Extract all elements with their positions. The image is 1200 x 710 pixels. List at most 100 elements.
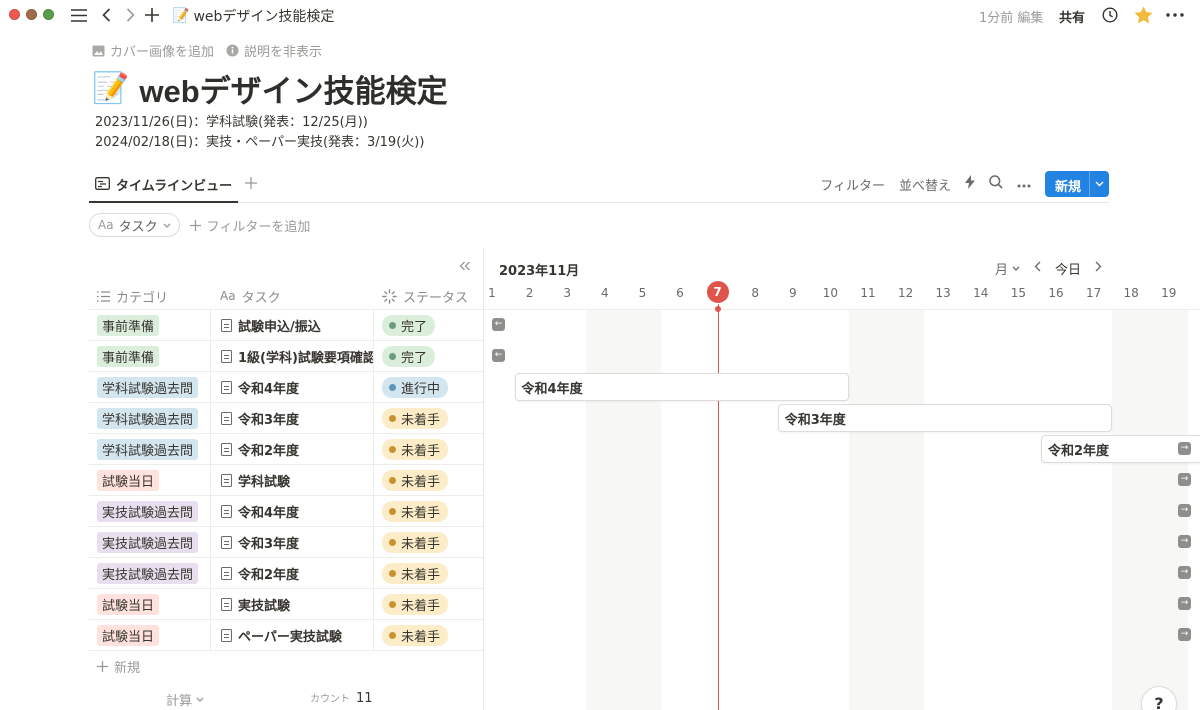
category-cell[interactable]: 学科試験過去問	[89, 403, 211, 433]
count-summary[interactable]: カウント 11	[310, 690, 373, 706]
timeline-month-label: 2023年11月	[499, 264, 580, 279]
new-row-button[interactable]: 新規	[89, 650, 484, 681]
title-property-icon: Aa	[220, 289, 236, 303]
category-cell[interactable]: 事前準備	[89, 310, 211, 340]
task-cell[interactable]: 令和3年度	[211, 403, 374, 433]
table-row[interactable]: 事前準備 1級(学科)試験要項確認 完了	[89, 340, 484, 371]
status-cell[interactable]: 未着手	[374, 434, 484, 464]
history-clock-icon[interactable]	[1101, 4, 1119, 26]
scroll-to-item-right-icon[interactable]: →	[1178, 628, 1191, 641]
column-header-task[interactable]: Aa タスク	[220, 284, 281, 308]
timeline-bar[interactable]: 令和2年度	[1040, 435, 1200, 463]
category-cell[interactable]: 学科試験過去問	[89, 372, 211, 402]
tab-timeline-view[interactable]: タイムラインビュー	[89, 170, 239, 203]
status-cell[interactable]: 未着手	[374, 496, 484, 526]
task-cell[interactable]: 試験申込/振込	[211, 310, 374, 340]
back-arrow-icon[interactable]	[97, 4, 115, 26]
add-view-plus-icon[interactable]	[245, 174, 257, 193]
zoom-window-button[interactable]	[43, 9, 54, 20]
scroll-to-item-right-icon[interactable]: →	[1178, 473, 1191, 486]
more-options-icon[interactable]	[1165, 4, 1185, 26]
scroll-to-item-left-icon[interactable]: ←	[492, 318, 505, 331]
table-row[interactable]: 実技試験過去問 令和4年度 未着手	[89, 495, 484, 526]
minimize-window-button[interactable]	[26, 9, 37, 20]
task-cell[interactable]: ペーパー実技試験	[211, 620, 374, 650]
sidebar-menu-icon[interactable]	[68, 4, 90, 26]
filter-button[interactable]: フィルター	[820, 175, 885, 194]
new-page-plus-icon[interactable]	[143, 4, 161, 26]
task-cell[interactable]: 1級(学科)試験要項確認	[211, 341, 374, 371]
category-cell[interactable]: 実技試験過去問	[89, 558, 211, 588]
automation-lightning-icon[interactable]	[964, 175, 975, 193]
forward-arrow-icon[interactable]	[121, 4, 139, 26]
share-button[interactable]: 共有	[1059, 7, 1085, 26]
task-cell[interactable]: 令和4年度	[211, 496, 374, 526]
new-item-button[interactable]: 新規	[1044, 171, 1109, 197]
task-cell[interactable]: 実技試験	[211, 589, 374, 619]
scroll-to-item-right-icon[interactable]: →	[1178, 566, 1191, 579]
next-period-icon[interactable]	[1095, 261, 1102, 276]
category-cell[interactable]: 試験当日	[89, 620, 211, 650]
task-filter-chip[interactable]: Aa タスク	[89, 213, 180, 237]
task-cell[interactable]: 令和4年度	[211, 372, 374, 402]
scroll-to-item-right-icon[interactable]: →	[1178, 504, 1191, 517]
column-header-status[interactable]: ステータス	[382, 284, 468, 308]
scroll-to-item-right-icon[interactable]: →	[1178, 535, 1191, 548]
category-cell[interactable]: 学科試験過去問	[89, 434, 211, 464]
add-cover-button[interactable]: カバー画像を追加	[92, 41, 214, 60]
table-row[interactable]: 試験当日 学科試験 未着手	[89, 464, 484, 495]
search-icon[interactable]	[989, 175, 1003, 193]
timeline-scale-select[interactable]: 月	[995, 259, 1020, 278]
table-row[interactable]: 試験当日 実技試験 未着手	[89, 588, 484, 619]
status-cell[interactable]: 未着手	[374, 465, 484, 495]
task-cell[interactable]: 令和3年度	[211, 527, 374, 557]
status-cell[interactable]: 未着手	[374, 589, 484, 619]
category-cell[interactable]: 実技試験過去問	[89, 527, 211, 557]
task-cell[interactable]: 学科試験	[211, 465, 374, 495]
column-header-category[interactable]: カテゴリ	[97, 284, 168, 308]
chevron-down-icon[interactable]	[1089, 171, 1109, 197]
table-row[interactable]: 学科試験過去問 令和2年度 未着手	[89, 433, 484, 464]
favorite-star-icon[interactable]	[1133, 4, 1153, 26]
table-row[interactable]: 事前準備 試験申込/振込 完了	[89, 309, 484, 340]
table-row[interactable]: 実技試験過去問 令和2年度 未着手	[89, 557, 484, 588]
status-cell[interactable]: 進行中	[374, 372, 484, 402]
today-button[interactable]: 今日	[1055, 259, 1081, 278]
page-icon	[221, 597, 232, 611]
category-cell[interactable]: 試験当日	[89, 465, 211, 495]
timeline-bar[interactable]: 令和3年度	[777, 404, 1113, 432]
status-cell[interactable]: 未着手	[374, 527, 484, 557]
previous-period-icon[interactable]	[1034, 261, 1041, 276]
status-dot	[389, 600, 396, 608]
category-cell[interactable]: 試験当日	[89, 589, 211, 619]
task-title: 1級(学科)試験要項確認	[238, 350, 373, 366]
add-filter-button[interactable]: フィルターを追加	[189, 216, 310, 235]
scroll-to-item-right-icon[interactable]: →	[1178, 442, 1191, 455]
status-cell[interactable]: 未着手	[374, 403, 484, 433]
memo-icon[interactable]: 📝	[92, 71, 129, 106]
page-description[interactable]: 2023/11/26(日)：学科試験(発表：12/25(月)) 2024/02/…	[95, 113, 424, 153]
task-cell[interactable]: 令和2年度	[211, 558, 374, 588]
table-row[interactable]: 学科試験過去問 令和4年度 進行中	[89, 371, 484, 402]
page-title[interactable]: 📝 webデザイン技能検定	[92, 66, 448, 111]
scroll-to-item-left-icon[interactable]: ←	[492, 349, 505, 362]
status-cell[interactable]: 未着手	[374, 558, 484, 588]
category-cell[interactable]: 事前準備	[89, 341, 211, 371]
status-cell[interactable]: 未着手	[374, 620, 484, 650]
more-view-options-icon[interactable]	[1017, 177, 1031, 192]
breadcrumb[interactable]: 📝 webデザイン技能検定	[172, 6, 334, 26]
close-window-button[interactable]	[9, 9, 20, 20]
status-cell[interactable]: 完了	[374, 310, 484, 340]
timeline-bar[interactable]: 令和4年度	[514, 373, 850, 401]
task-cell[interactable]: 令和2年度	[211, 434, 374, 464]
calculate-button[interactable]: 計算	[166, 690, 204, 709]
scroll-to-item-right-icon[interactable]: →	[1178, 597, 1191, 610]
category-cell[interactable]: 実技試験過去問	[89, 496, 211, 526]
table-row[interactable]: 学科試験過去問 令和3年度 未着手	[89, 402, 484, 433]
hide-description-button[interactable]: 説明を非表示	[226, 41, 322, 60]
sort-button[interactable]: 並べ替え	[899, 175, 951, 194]
status-cell[interactable]: 完了	[374, 341, 484, 371]
collapse-table-icon[interactable]	[459, 257, 471, 275]
table-row[interactable]: 試験当日 ペーパー実技試験 未着手	[89, 619, 484, 650]
table-row[interactable]: 実技試験過去問 令和3年度 未着手	[89, 526, 484, 557]
